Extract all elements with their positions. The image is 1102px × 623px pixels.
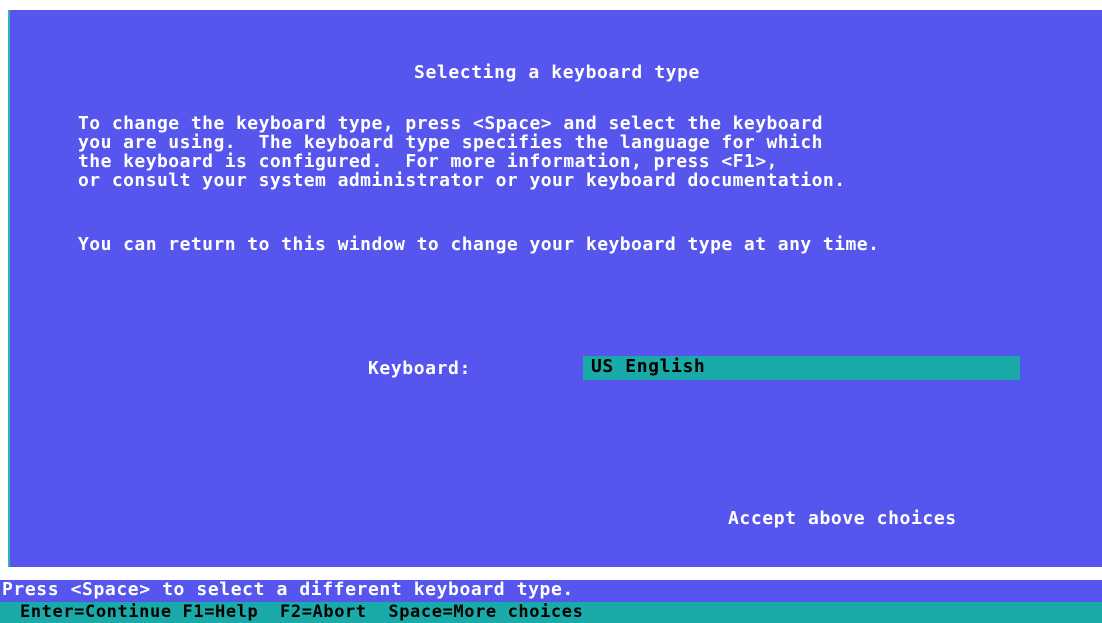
keyboard-type-field[interactable]: US English [583, 356, 1020, 380]
window-title: Selecting a keyboard type [414, 62, 700, 83]
installer-screen: Selecting a keyboard type To change the … [0, 0, 1102, 623]
instructions-paragraph: To change the keyboard type, press <Spac… [78, 113, 846, 191]
keyboard-label: Keyboard: [368, 358, 471, 379]
return-info-paragraph: You can return to this window to change … [78, 234, 880, 255]
key-help-bar: Enter=Continue F1=Help F2=Abort Space=Mo… [0, 602, 1102, 623]
keyboard-selection-window: Selecting a keyboard type To change the … [8, 10, 1102, 567]
accept-choices-button[interactable]: Accept above choices [728, 508, 957, 529]
status-message: Press <Space> to select a different keyb… [0, 580, 1102, 602]
